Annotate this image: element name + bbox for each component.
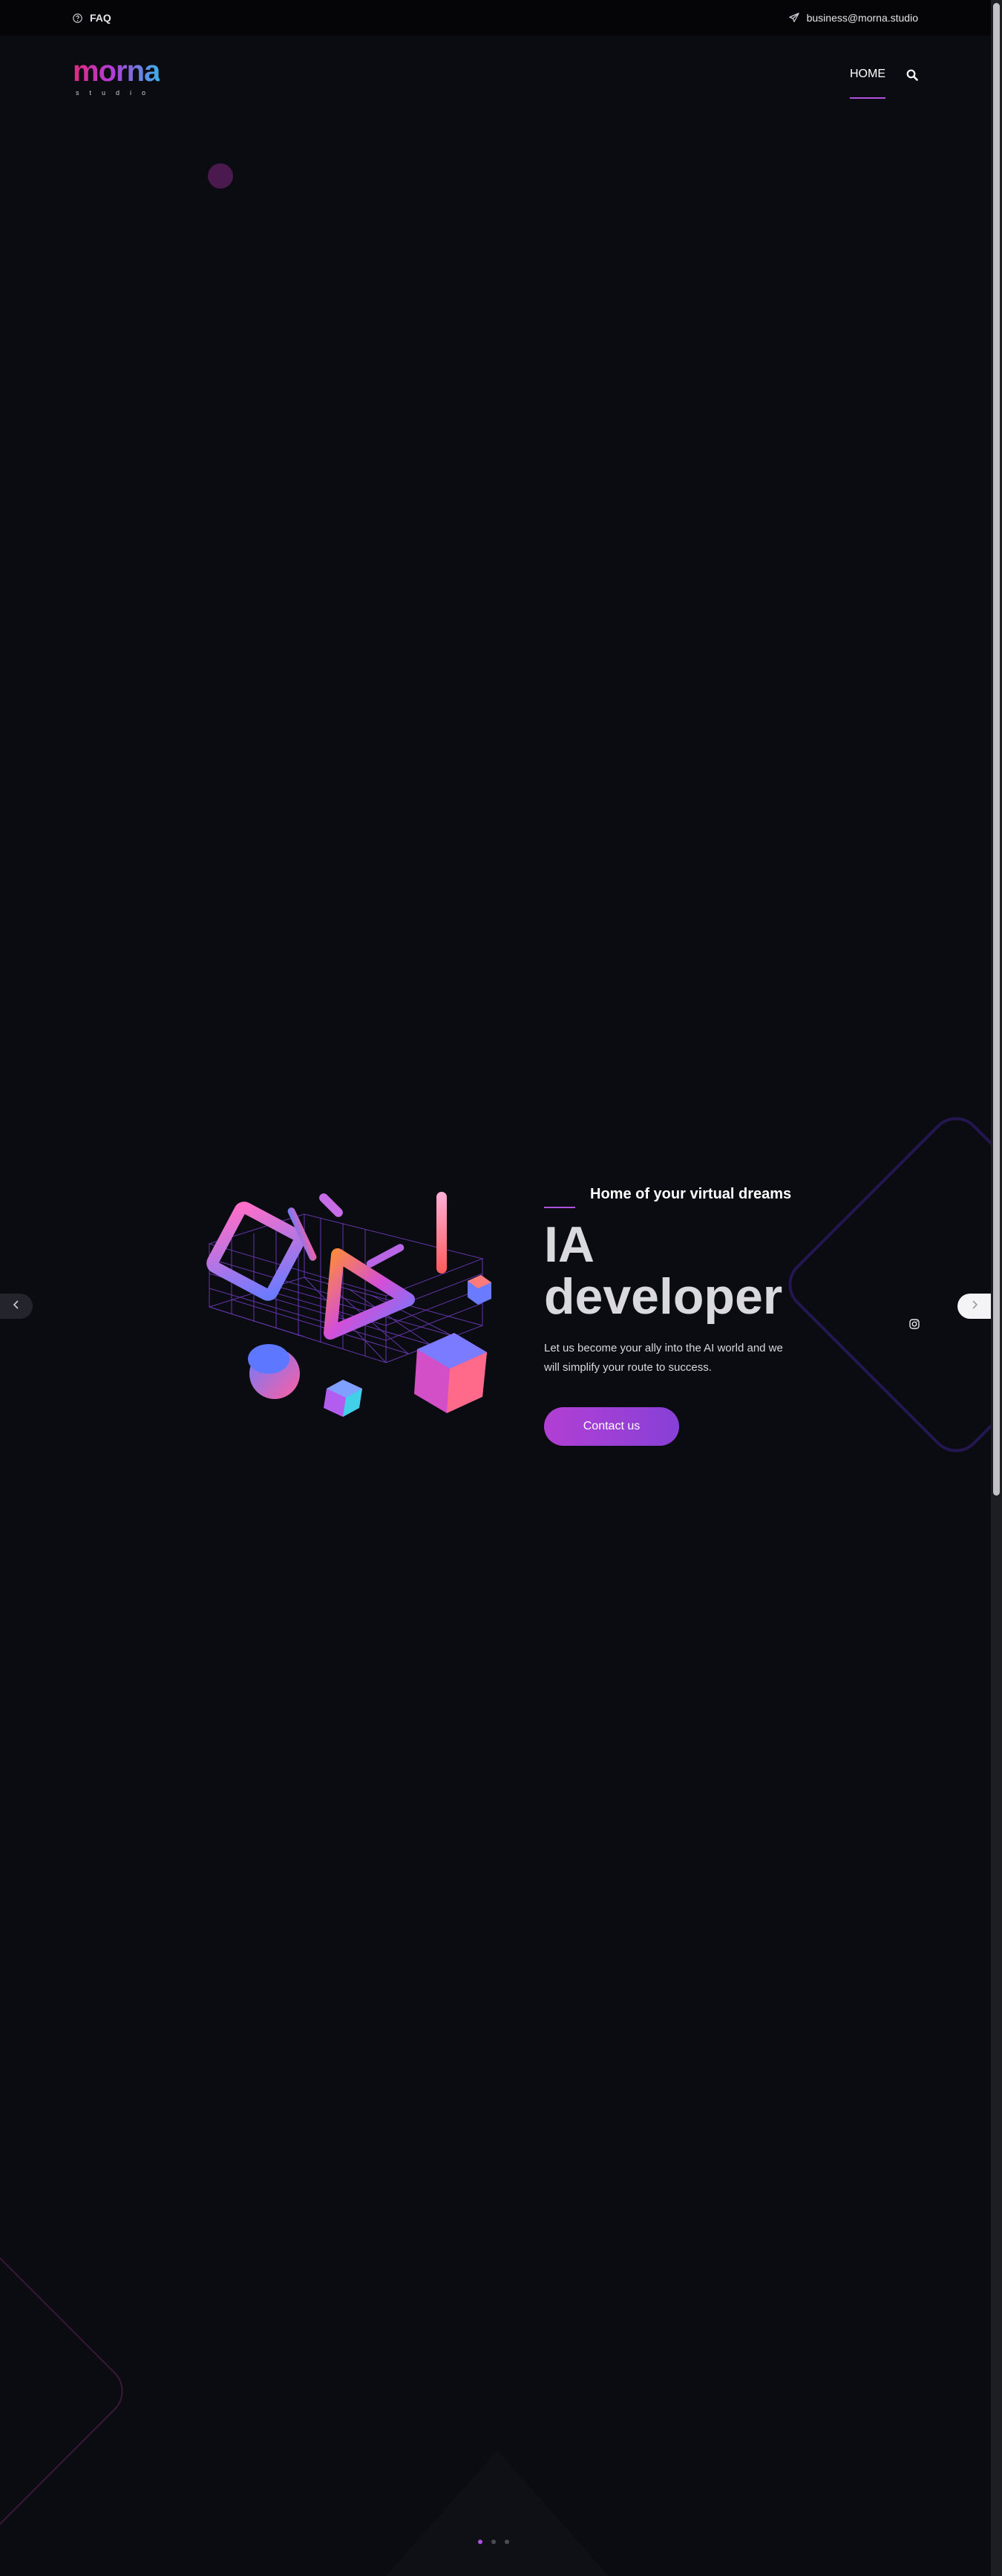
nav-item-home[interactable]: HOME <box>850 68 885 99</box>
email-address: business@morna.studio <box>806 12 918 24</box>
scrollbar-thumb[interactable] <box>993 3 1000 1496</box>
faq-label: FAQ <box>90 12 111 24</box>
decorative-dot <box>208 163 233 189</box>
hero-content: Home of your virtual dreams IA developer… <box>544 1182 811 1446</box>
tagline-divider <box>544 1207 575 1208</box>
decorative-triangle <box>379 2451 616 2576</box>
instagram-icon[interactable] <box>908 1318 922 1331</box>
faq-link[interactable]: FAQ <box>73 12 111 24</box>
decorative-diamond-left <box>0 2212 134 2570</box>
chevron-right-icon <box>971 1300 978 1314</box>
slider-prev-button[interactable] <box>0 1294 33 1319</box>
hero-headline: IA developer <box>544 1216 783 1325</box>
slider-dot[interactable] <box>505 2540 509 2544</box>
hero-tagline: Home of your virtual dreams <box>590 1186 792 1202</box>
paper-plane-icon <box>788 13 799 23</box>
email-link[interactable]: business@morna.studio <box>788 12 918 24</box>
page-scrollbar[interactable] <box>991 0 1002 2576</box>
slider-pagination <box>478 2540 509 2544</box>
contact-us-button[interactable]: Contact us <box>544 1407 679 1446</box>
main-nav: HOME <box>850 68 918 99</box>
hero-description: Let us become your ally into the AI worl… <box>544 1342 783 1374</box>
chevron-left-icon <box>13 1300 20 1314</box>
slider-next-button[interactable] <box>957 1294 991 1319</box>
slider-dot[interactable] <box>478 2540 482 2544</box>
hero-illustration <box>206 1192 491 1417</box>
site-header: morna studio HOME <box>0 36 991 117</box>
tagline-row: Home of your virtual dreams <box>544 1182 811 1208</box>
logo-word: morna <box>73 55 160 88</box>
search-icon[interactable] <box>906 69 918 85</box>
logo[interactable]: morna studio <box>73 56 160 97</box>
logo-subtitle: studio <box>76 89 157 97</box>
question-circle-icon <box>73 13 82 23</box>
top-bar: FAQ business@morna.studio <box>0 0 991 36</box>
slider-dot[interactable] <box>491 2540 496 2544</box>
